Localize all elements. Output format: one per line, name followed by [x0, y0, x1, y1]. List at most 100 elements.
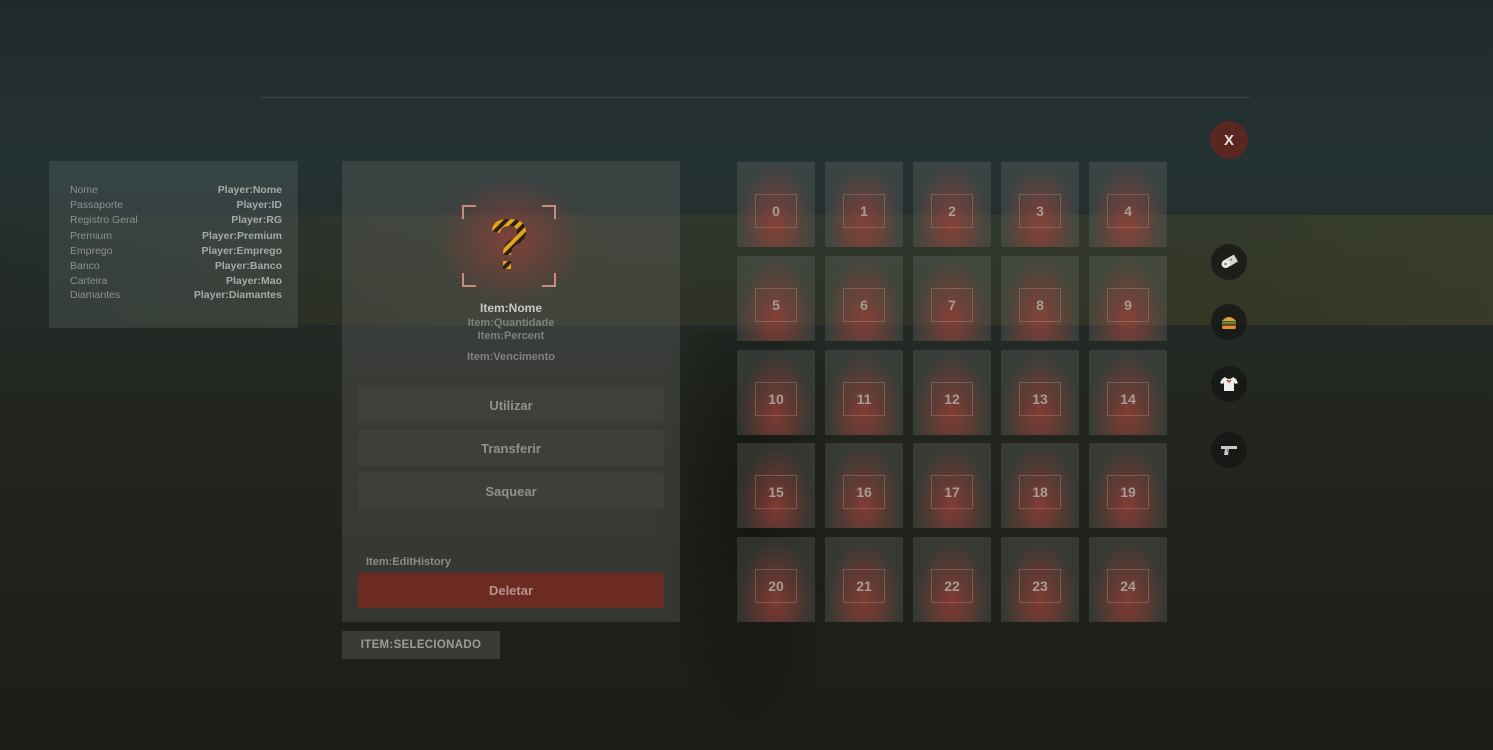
- inventory-slot[interactable]: 1: [825, 162, 903, 247]
- slot-number: 18: [1019, 475, 1061, 509]
- inventory-slot[interactable]: 3: [1001, 162, 1079, 247]
- slot-number: 22: [931, 569, 973, 603]
- slot-number: 19: [1107, 475, 1149, 509]
- inventory-slot[interactable]: 2: [913, 162, 991, 247]
- inventory-slot[interactable]: 14: [1089, 350, 1167, 435]
- inventory-slot[interactable]: 18: [1001, 443, 1079, 528]
- inventory-slot[interactable]: 8: [1001, 256, 1079, 341]
- item-percent: Item:Percent: [477, 330, 545, 342]
- slot-number: 11: [843, 382, 885, 416]
- player-label: Carteira: [70, 275, 108, 287]
- use-button[interactable]: Utilizar: [358, 387, 664, 423]
- category-weapons-button[interactable]: [1211, 432, 1247, 468]
- frame-corner: [542, 205, 556, 219]
- question-mark-icon: [492, 219, 526, 269]
- selected-item-tag: ITEM:SELECIONADO: [342, 631, 500, 659]
- slot-number: 0: [755, 194, 797, 228]
- player-row-nome: Nome Player:Nome: [70, 184, 282, 199]
- slot-number: 14: [1107, 382, 1149, 416]
- player-value: Player:Banco: [214, 260, 282, 272]
- close-button[interactable]: X: [1210, 121, 1248, 159]
- inventory-slot[interactable]: 24: [1089, 537, 1167, 622]
- item-name: Item:Nome: [479, 301, 542, 315]
- slot-number: 24: [1107, 569, 1149, 603]
- inventory-slot[interactable]: 17: [913, 443, 991, 528]
- inventory-slot[interactable]: 9: [1089, 256, 1167, 341]
- slot-number: 7: [931, 288, 973, 322]
- inventory-slot[interactable]: 5: [737, 256, 815, 341]
- slot-number: 3: [1019, 194, 1061, 228]
- inventory-slot[interactable]: 22: [913, 537, 991, 622]
- slot-number: 12: [931, 382, 973, 416]
- slot-number: 21: [843, 569, 885, 603]
- slot-number: 9: [1107, 288, 1149, 322]
- inventory-slot[interactable]: 10: [737, 350, 815, 435]
- slot-number: 1: [843, 194, 885, 228]
- item-expiry: Item:Vencimento: [466, 351, 556, 363]
- slot-number: 20: [755, 569, 797, 603]
- player-value: Player:ID: [236, 199, 282, 211]
- category-pill-button[interactable]: [1211, 244, 1247, 280]
- player-row-banco: Banco Player:Banco: [70, 260, 282, 275]
- inventory-slot[interactable]: 4: [1089, 162, 1167, 247]
- item-quantity: Item:Quantidade: [467, 317, 555, 329]
- player-value: Player:Diamantes: [193, 289, 282, 301]
- slot-number: 8: [1019, 288, 1061, 322]
- inventory-slot[interactable]: 16: [825, 443, 903, 528]
- category-clothing-button[interactable]: [1211, 366, 1247, 402]
- inventory-slot[interactable]: 21: [825, 537, 903, 622]
- player-row-emprego: Emprego Player:Emprego: [70, 245, 282, 260]
- slot-number: 10: [755, 382, 797, 416]
- delete-button[interactable]: Deletar: [358, 573, 664, 608]
- slot-number: 16: [843, 475, 885, 509]
- inventory-slot[interactable]: 6: [825, 256, 903, 341]
- slot-number: 5: [755, 288, 797, 322]
- inventory-slot[interactable]: 23: [1001, 537, 1079, 622]
- slot-number: 15: [755, 475, 797, 509]
- player-value: Player:RG: [231, 214, 282, 226]
- inventory-slot[interactable]: 15: [737, 443, 815, 528]
- slot-number: 17: [931, 475, 973, 509]
- player-value: Player:Emprego: [201, 245, 282, 257]
- player-row-diamantes: Diamantes Player:Diamantes: [70, 289, 282, 304]
- player-label: Registro Geral: [70, 214, 138, 226]
- player-row-carteira: Carteira Player:Mao: [70, 275, 282, 290]
- player-value: Player:Premium: [202, 230, 282, 242]
- slot-number: 13: [1019, 382, 1061, 416]
- header-divider: [260, 97, 1250, 98]
- item-detail-panel: Item:Nome Item:Quantidade Item:Percent I…: [342, 161, 680, 622]
- player-label: Premium: [70, 230, 113, 242]
- pill-icon: [1221, 254, 1238, 268]
- item-preview: [462, 205, 556, 287]
- inventory-slot[interactable]: 19: [1089, 443, 1167, 528]
- inventory-slot[interactable]: 13: [1001, 350, 1079, 435]
- category-food-button[interactable]: [1211, 304, 1247, 340]
- pistol-icon: [1221, 446, 1237, 455]
- slot-number: 23: [1019, 569, 1061, 603]
- inventory-slot[interactable]: 11: [825, 350, 903, 435]
- inventory-slot[interactable]: 0: [737, 162, 815, 247]
- player-label: Passaporte: [70, 199, 124, 211]
- loot-button[interactable]: Saquear: [358, 473, 664, 509]
- inventory-slot[interactable]: 12: [913, 350, 991, 435]
- inventory-slot[interactable]: 7: [913, 256, 991, 341]
- player-label: Nome: [70, 184, 99, 196]
- frame-corner: [542, 273, 556, 287]
- frame-corner: [462, 273, 476, 287]
- slot-number: 4: [1107, 194, 1149, 228]
- slot-number: 2: [931, 194, 973, 228]
- player-label: Emprego: [70, 245, 113, 257]
- slot-number: 6: [843, 288, 885, 322]
- player-row-registro-geral: Registro Geral Player:RG: [70, 214, 282, 229]
- player-label: Diamantes: [70, 289, 121, 301]
- shirt-icon: [1220, 377, 1238, 391]
- inventory-slot[interactable]: 20: [737, 537, 815, 622]
- burger-icon: [1222, 317, 1236, 329]
- item-edit-history: Item:EditHistory: [366, 556, 451, 568]
- player-row-passaporte: Passaporte Player:ID: [70, 199, 282, 214]
- player-row-premium: Premium Player:Premium: [70, 230, 282, 245]
- player-value: Player:Mao: [225, 275, 282, 287]
- transfer-button[interactable]: Transferir: [358, 430, 664, 466]
- player-value: Player:Nome: [217, 184, 282, 196]
- frame-corner: [462, 205, 476, 219]
